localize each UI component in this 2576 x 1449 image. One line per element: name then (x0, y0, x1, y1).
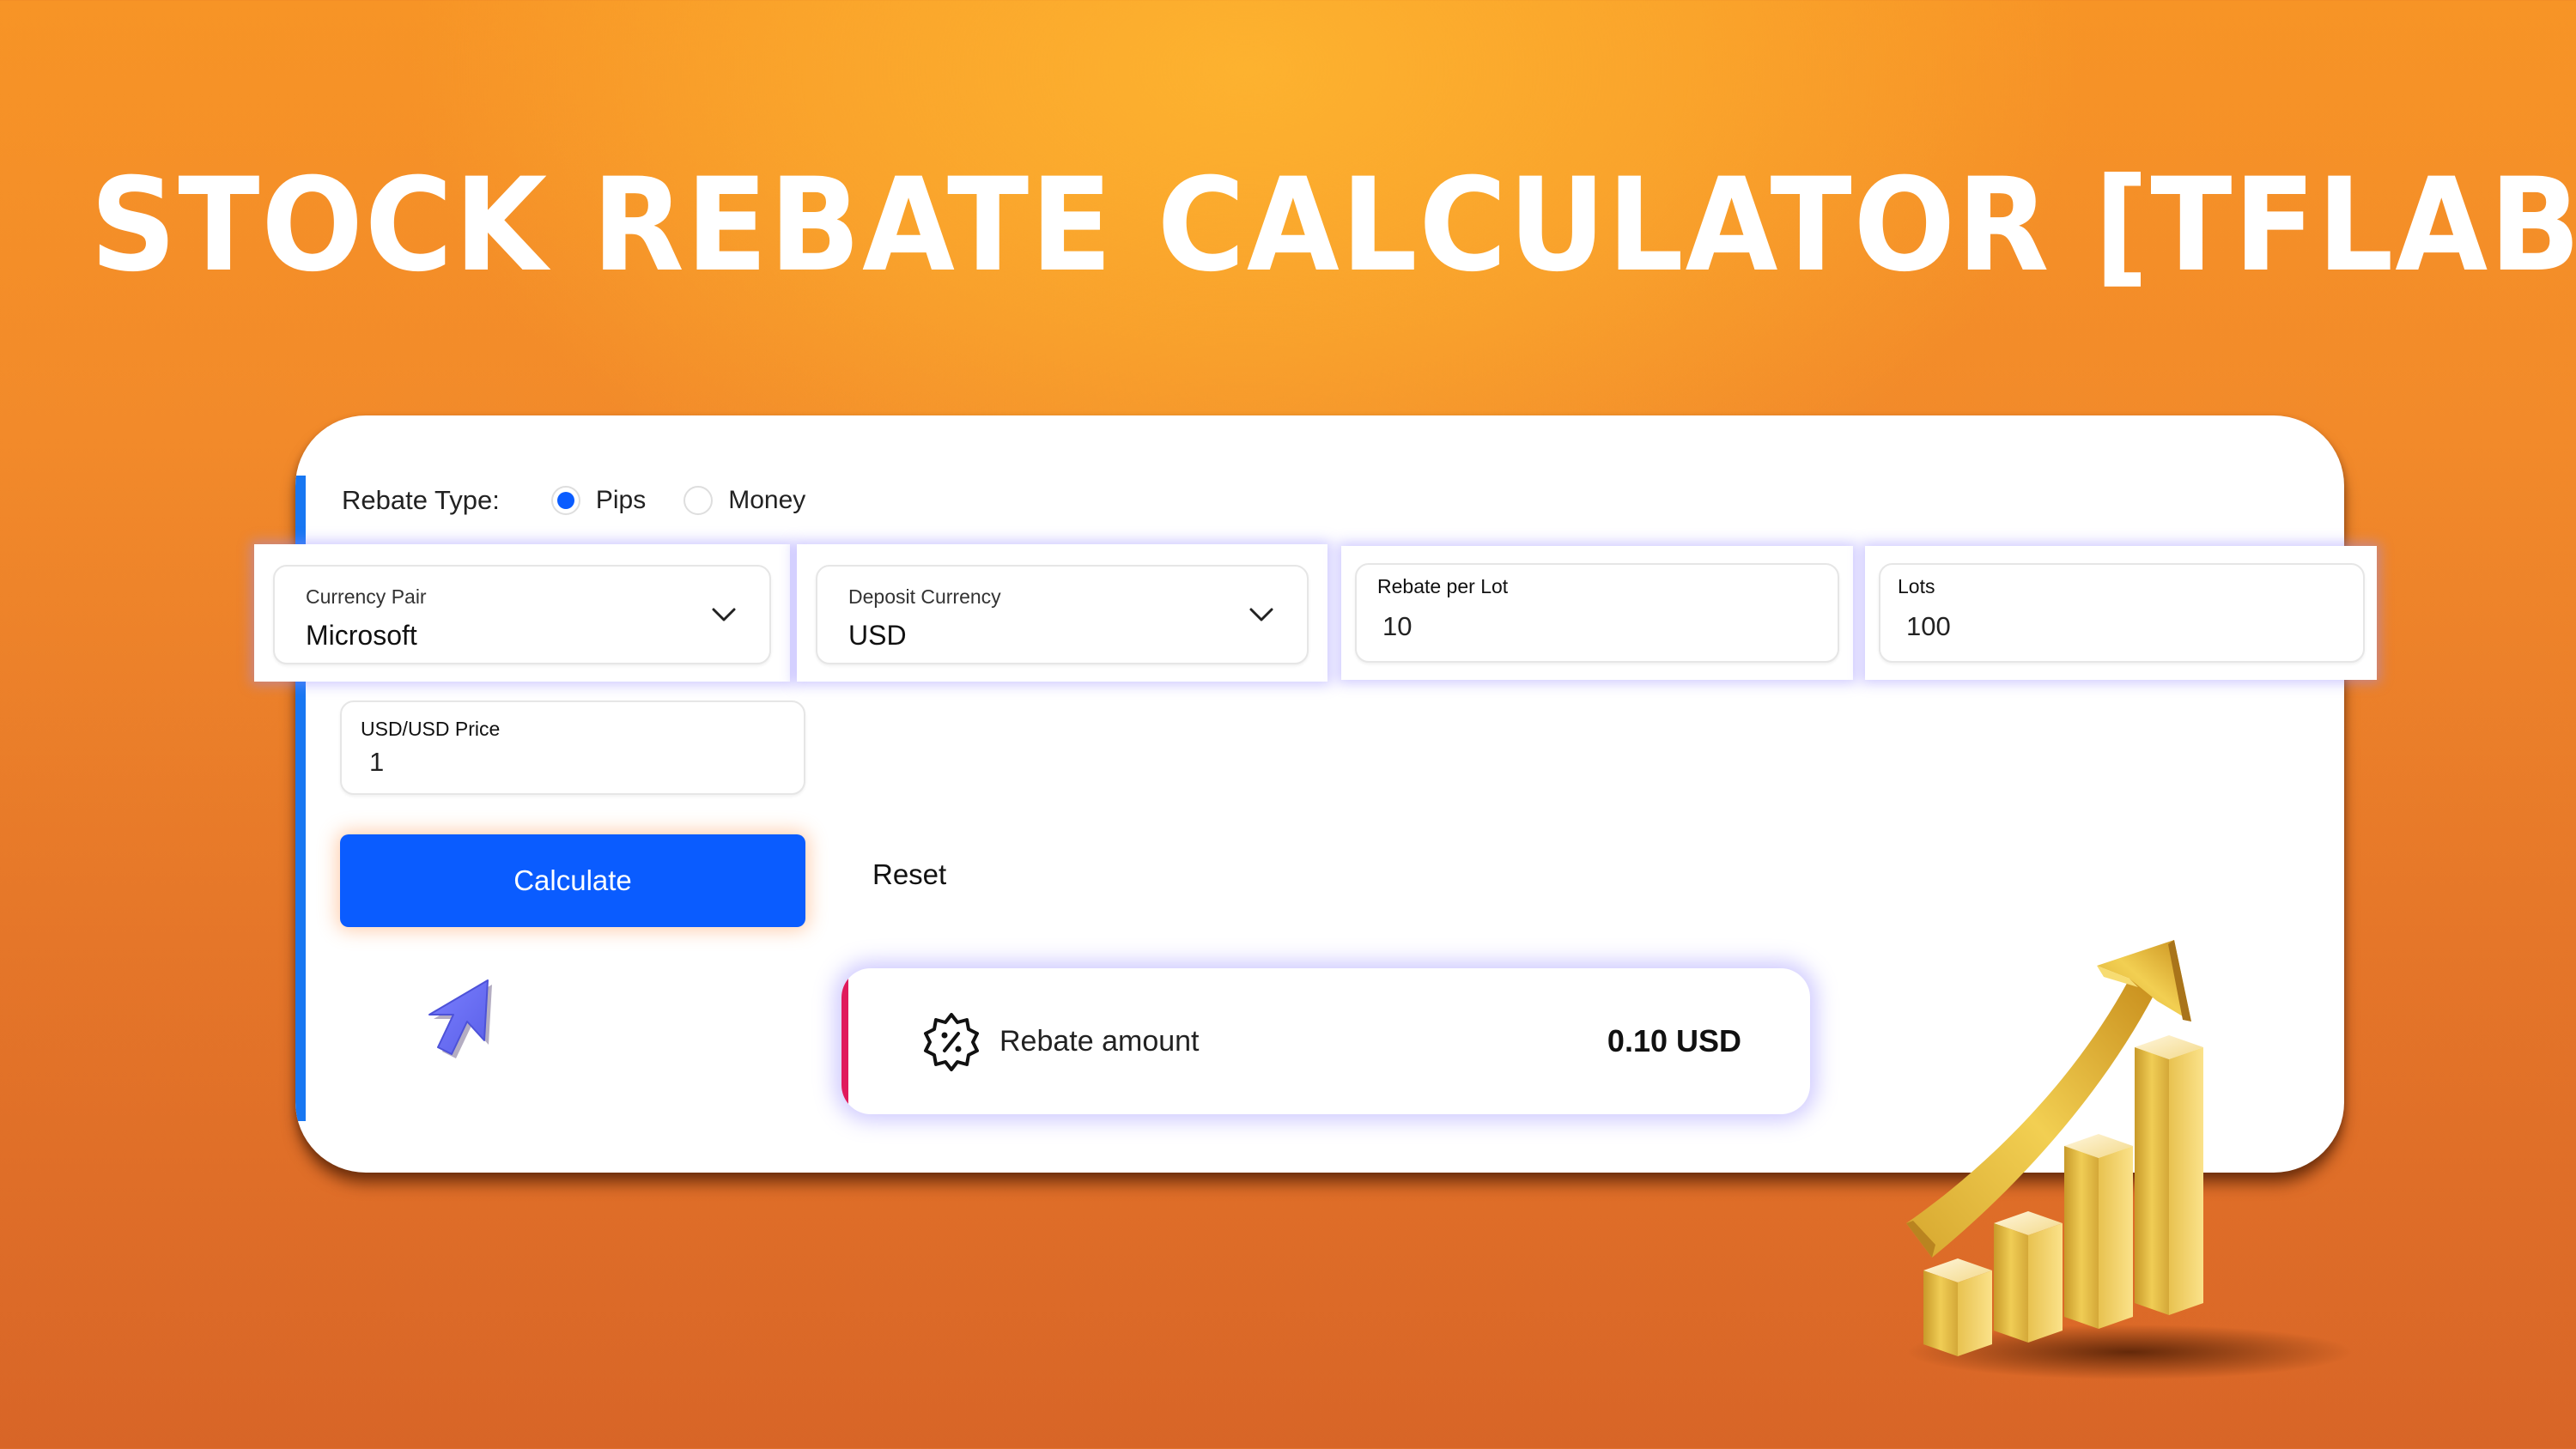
radio-pips[interactable] (550, 486, 580, 515)
rebate-amount-label: Rebate amount (999, 1025, 1200, 1058)
currency-pair-label: Currency Pair (306, 585, 427, 608)
lots-label: Lots (1898, 575, 1935, 597)
deposit-currency-panel: Deposit Currency USD (797, 544, 1327, 682)
gold-bar-2 (1994, 1211, 2063, 1343)
deposit-currency-value: USD (848, 620, 907, 651)
radio-money-label: Money (728, 486, 806, 514)
deposit-currency-label: Deposit Currency (848, 585, 1001, 608)
currency-pair-select[interactable]: Currency Pair Microsoft (273, 565, 771, 664)
radio-option-money[interactable]: Money (683, 486, 805, 515)
chevron-down-icon[interactable] (1249, 606, 1274, 623)
rebate-per-lot-input[interactable]: Rebate per Lot 10 (1355, 563, 1839, 663)
result-accent-bar (841, 968, 848, 1114)
gold-bar-1 (1923, 1258, 1992, 1356)
gold-bar-3 (2064, 1134, 2133, 1329)
radio-pips-label: Pips (595, 486, 647, 514)
rebate-result-card: Rebate amount 0.10 USD (841, 968, 1810, 1114)
deposit-currency-select[interactable]: Deposit Currency USD (816, 565, 1309, 664)
rebate-amount-value: 0.10 USD (1607, 1023, 1741, 1058)
page-title: STOCK REBATE CALCULATOR [TFLAB] (90, 151, 2576, 300)
rebate-per-lot-label: Rebate per Lot (1377, 575, 1509, 597)
reset-button[interactable]: Reset (872, 858, 946, 891)
radio-money[interactable] (683, 486, 714, 515)
rebate-type-label: Rebate Type: (342, 485, 500, 515)
price-value: 1 (369, 747, 385, 777)
rebate-type-group: Rebate Type: Pips Money (342, 477, 843, 524)
radio-option-pips[interactable]: Pips (550, 486, 647, 515)
rebate-per-lot-panel: Rebate per Lot 10 (1341, 546, 1853, 680)
currency-pair-value: Microsoft (306, 620, 417, 651)
lots-panel: Lots 100 (1865, 546, 2377, 680)
lots-value: 100 (1906, 611, 1951, 641)
rebate-per-lot-value: 10 (1382, 611, 1413, 641)
percent-badge-icon (924, 1013, 979, 1071)
pointer-cursor-icon (428, 979, 492, 1058)
gold-bar-chart-arrow-icon (1906, 940, 2353, 1379)
price-label: USD/USD Price (361, 718, 501, 740)
gold-bar-4 (2135, 1035, 2203, 1315)
calculate-button[interactable]: Calculate (340, 834, 805, 927)
price-input[interactable]: USD/USD Price 1 (340, 700, 805, 795)
currency-pair-panel: Currency Pair Microsoft (254, 544, 790, 682)
radio-selected-dot (556, 492, 574, 509)
chevron-down-icon[interactable] (711, 606, 737, 623)
lots-input[interactable]: Lots 100 (1879, 563, 2365, 663)
